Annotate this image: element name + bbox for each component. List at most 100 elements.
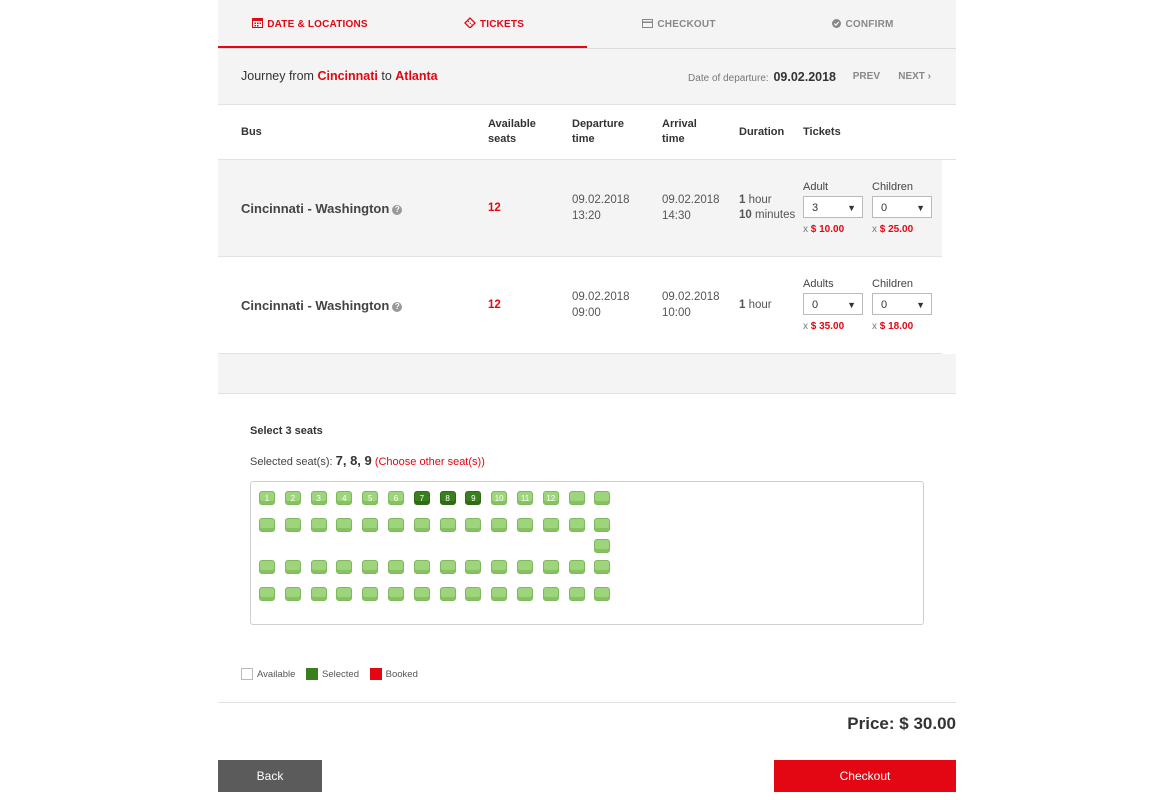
selected-seats-values: 7, 8, 9 xyxy=(335,453,372,468)
seat[interactable] xyxy=(517,587,533,601)
col-duration: Duration xyxy=(739,126,785,138)
seat[interactable] xyxy=(362,518,379,532)
selected-seats-line: Selected seat(s): 7, 8, 9 (Choose other … xyxy=(250,453,485,468)
seat[interactable] xyxy=(568,560,585,574)
seat[interactable] xyxy=(439,560,456,574)
seat[interactable] xyxy=(388,518,404,532)
seat[interactable] xyxy=(362,560,379,574)
seat[interactable] xyxy=(594,560,611,574)
seat[interactable] xyxy=(491,587,508,601)
help-icon[interactable]: ? xyxy=(392,302,403,312)
seat[interactable] xyxy=(594,539,611,553)
seat[interactable] xyxy=(388,587,404,601)
children-select-value: 0 xyxy=(881,202,888,214)
seat[interactable]: 10 xyxy=(491,491,508,505)
seat-map: 1 2 3 4 5 6 7 8 9 10 11 12 xyxy=(250,481,924,625)
duration-minutes-unit: minutes xyxy=(755,209,796,221)
seat[interactable]: 12 xyxy=(542,491,559,505)
seat[interactable] xyxy=(491,518,508,532)
seat[interactable]: 6 xyxy=(388,491,404,505)
adult-select[interactable]: 0 ▼ xyxy=(803,293,863,315)
seat[interactable] xyxy=(465,518,482,532)
seat[interactable] xyxy=(284,587,301,601)
seat[interactable] xyxy=(310,587,327,601)
seat[interactable]: 4 xyxy=(336,491,353,505)
legend-available: Available xyxy=(241,668,295,680)
seat-legend: Available Selected Booked xyxy=(241,668,426,680)
seat[interactable]: 9 xyxy=(465,491,482,505)
seat[interactable] xyxy=(362,587,379,601)
seat[interactable] xyxy=(310,518,327,532)
step-confirm[interactable]: CONFIRM xyxy=(771,0,955,48)
seat[interactable] xyxy=(413,518,430,532)
step-checkout[interactable]: CHECKOUT xyxy=(587,0,771,48)
seat[interactable] xyxy=(413,560,430,574)
seat[interactable] xyxy=(259,518,275,532)
next-date-link[interactable]: NEXT › xyxy=(898,71,931,82)
checkout-button[interactable]: Checkout xyxy=(774,760,956,792)
step-label: CHECKOUT xyxy=(657,19,716,30)
seat[interactable]: 8 xyxy=(439,491,456,505)
seat[interactable] xyxy=(568,587,585,601)
seat[interactable] xyxy=(517,560,533,574)
seat[interactable]: 3 xyxy=(310,491,327,505)
col-departure-2: time xyxy=(572,133,595,145)
departure-time-cell: 09:00 xyxy=(572,307,601,319)
choose-other-seats-link[interactable]: (Choose other seat(s)) xyxy=(375,456,485,468)
step-tickets[interactable]: TICKETS xyxy=(402,0,586,48)
seat[interactable] xyxy=(310,560,327,574)
back-button[interactable]: Back xyxy=(218,760,322,792)
seat[interactable] xyxy=(568,518,585,532)
seat[interactable]: 5 xyxy=(362,491,379,505)
seat[interactable] xyxy=(336,518,353,532)
seat[interactable] xyxy=(491,560,508,574)
table-header: Bus Available seats Departure time Arriv… xyxy=(218,105,956,160)
journey-to-word: to xyxy=(381,69,392,83)
seat[interactable] xyxy=(336,560,353,574)
seat[interactable] xyxy=(594,587,611,601)
seat[interactable] xyxy=(439,587,456,601)
seat[interactable] xyxy=(542,587,559,601)
seat[interactable] xyxy=(465,560,482,574)
step-date-locations[interactable]: DATE & LOCATIONS xyxy=(218,0,402,48)
col-tickets: Tickets xyxy=(803,126,841,138)
adult-price: x $ 10.00 xyxy=(803,224,844,235)
seat[interactable] xyxy=(517,518,533,532)
children-price: x $ 18.00 xyxy=(872,321,913,332)
seat[interactable] xyxy=(568,491,585,505)
seat[interactable] xyxy=(465,587,482,601)
seat[interactable] xyxy=(542,560,559,574)
seat[interactable] xyxy=(284,518,301,532)
seat[interactable]: 11 xyxy=(517,491,533,505)
children-price-x: x xyxy=(872,224,877,235)
seat[interactable] xyxy=(259,560,275,574)
seat[interactable] xyxy=(336,587,353,601)
seat[interactable] xyxy=(413,587,430,601)
legend-selected-swatch xyxy=(306,668,319,680)
seat[interactable] xyxy=(594,491,611,505)
arrival-time-cell: 10:00 xyxy=(662,307,691,319)
bus-route[interactable]: Cincinnati - Washington? xyxy=(241,298,403,313)
seat[interactable] xyxy=(284,560,301,574)
adult-label: Adults xyxy=(803,278,834,290)
seat[interactable] xyxy=(594,518,611,532)
prev-date-link[interactable]: PREV xyxy=(853,71,880,82)
duration-minutes: 10 xyxy=(739,209,752,221)
help-icon[interactable]: ? xyxy=(392,205,403,215)
seat[interactable] xyxy=(259,587,275,601)
adult-select[interactable]: 3 ▼ xyxy=(803,196,863,218)
bus-route-label: Cincinnati - Washington xyxy=(241,298,390,313)
seat[interactable] xyxy=(439,518,456,532)
arrival-date-cell: 09.02.2018 xyxy=(662,194,720,206)
seat[interactable]: 2 xyxy=(284,491,301,505)
seat[interactable]: 1 xyxy=(259,491,275,505)
col-arrival: Arrival time xyxy=(662,117,697,147)
adult-price: x $ 35.00 xyxy=(803,321,844,332)
children-select[interactable]: 0 ▼ xyxy=(872,293,932,315)
seat[interactable] xyxy=(388,560,404,574)
seat[interactable]: 7 xyxy=(413,491,430,505)
seat[interactable] xyxy=(542,518,559,532)
children-select[interactable]: 0 ▼ xyxy=(872,196,932,218)
section-divider xyxy=(218,354,956,394)
bus-route[interactable]: Cincinnati - Washington? xyxy=(241,201,403,216)
